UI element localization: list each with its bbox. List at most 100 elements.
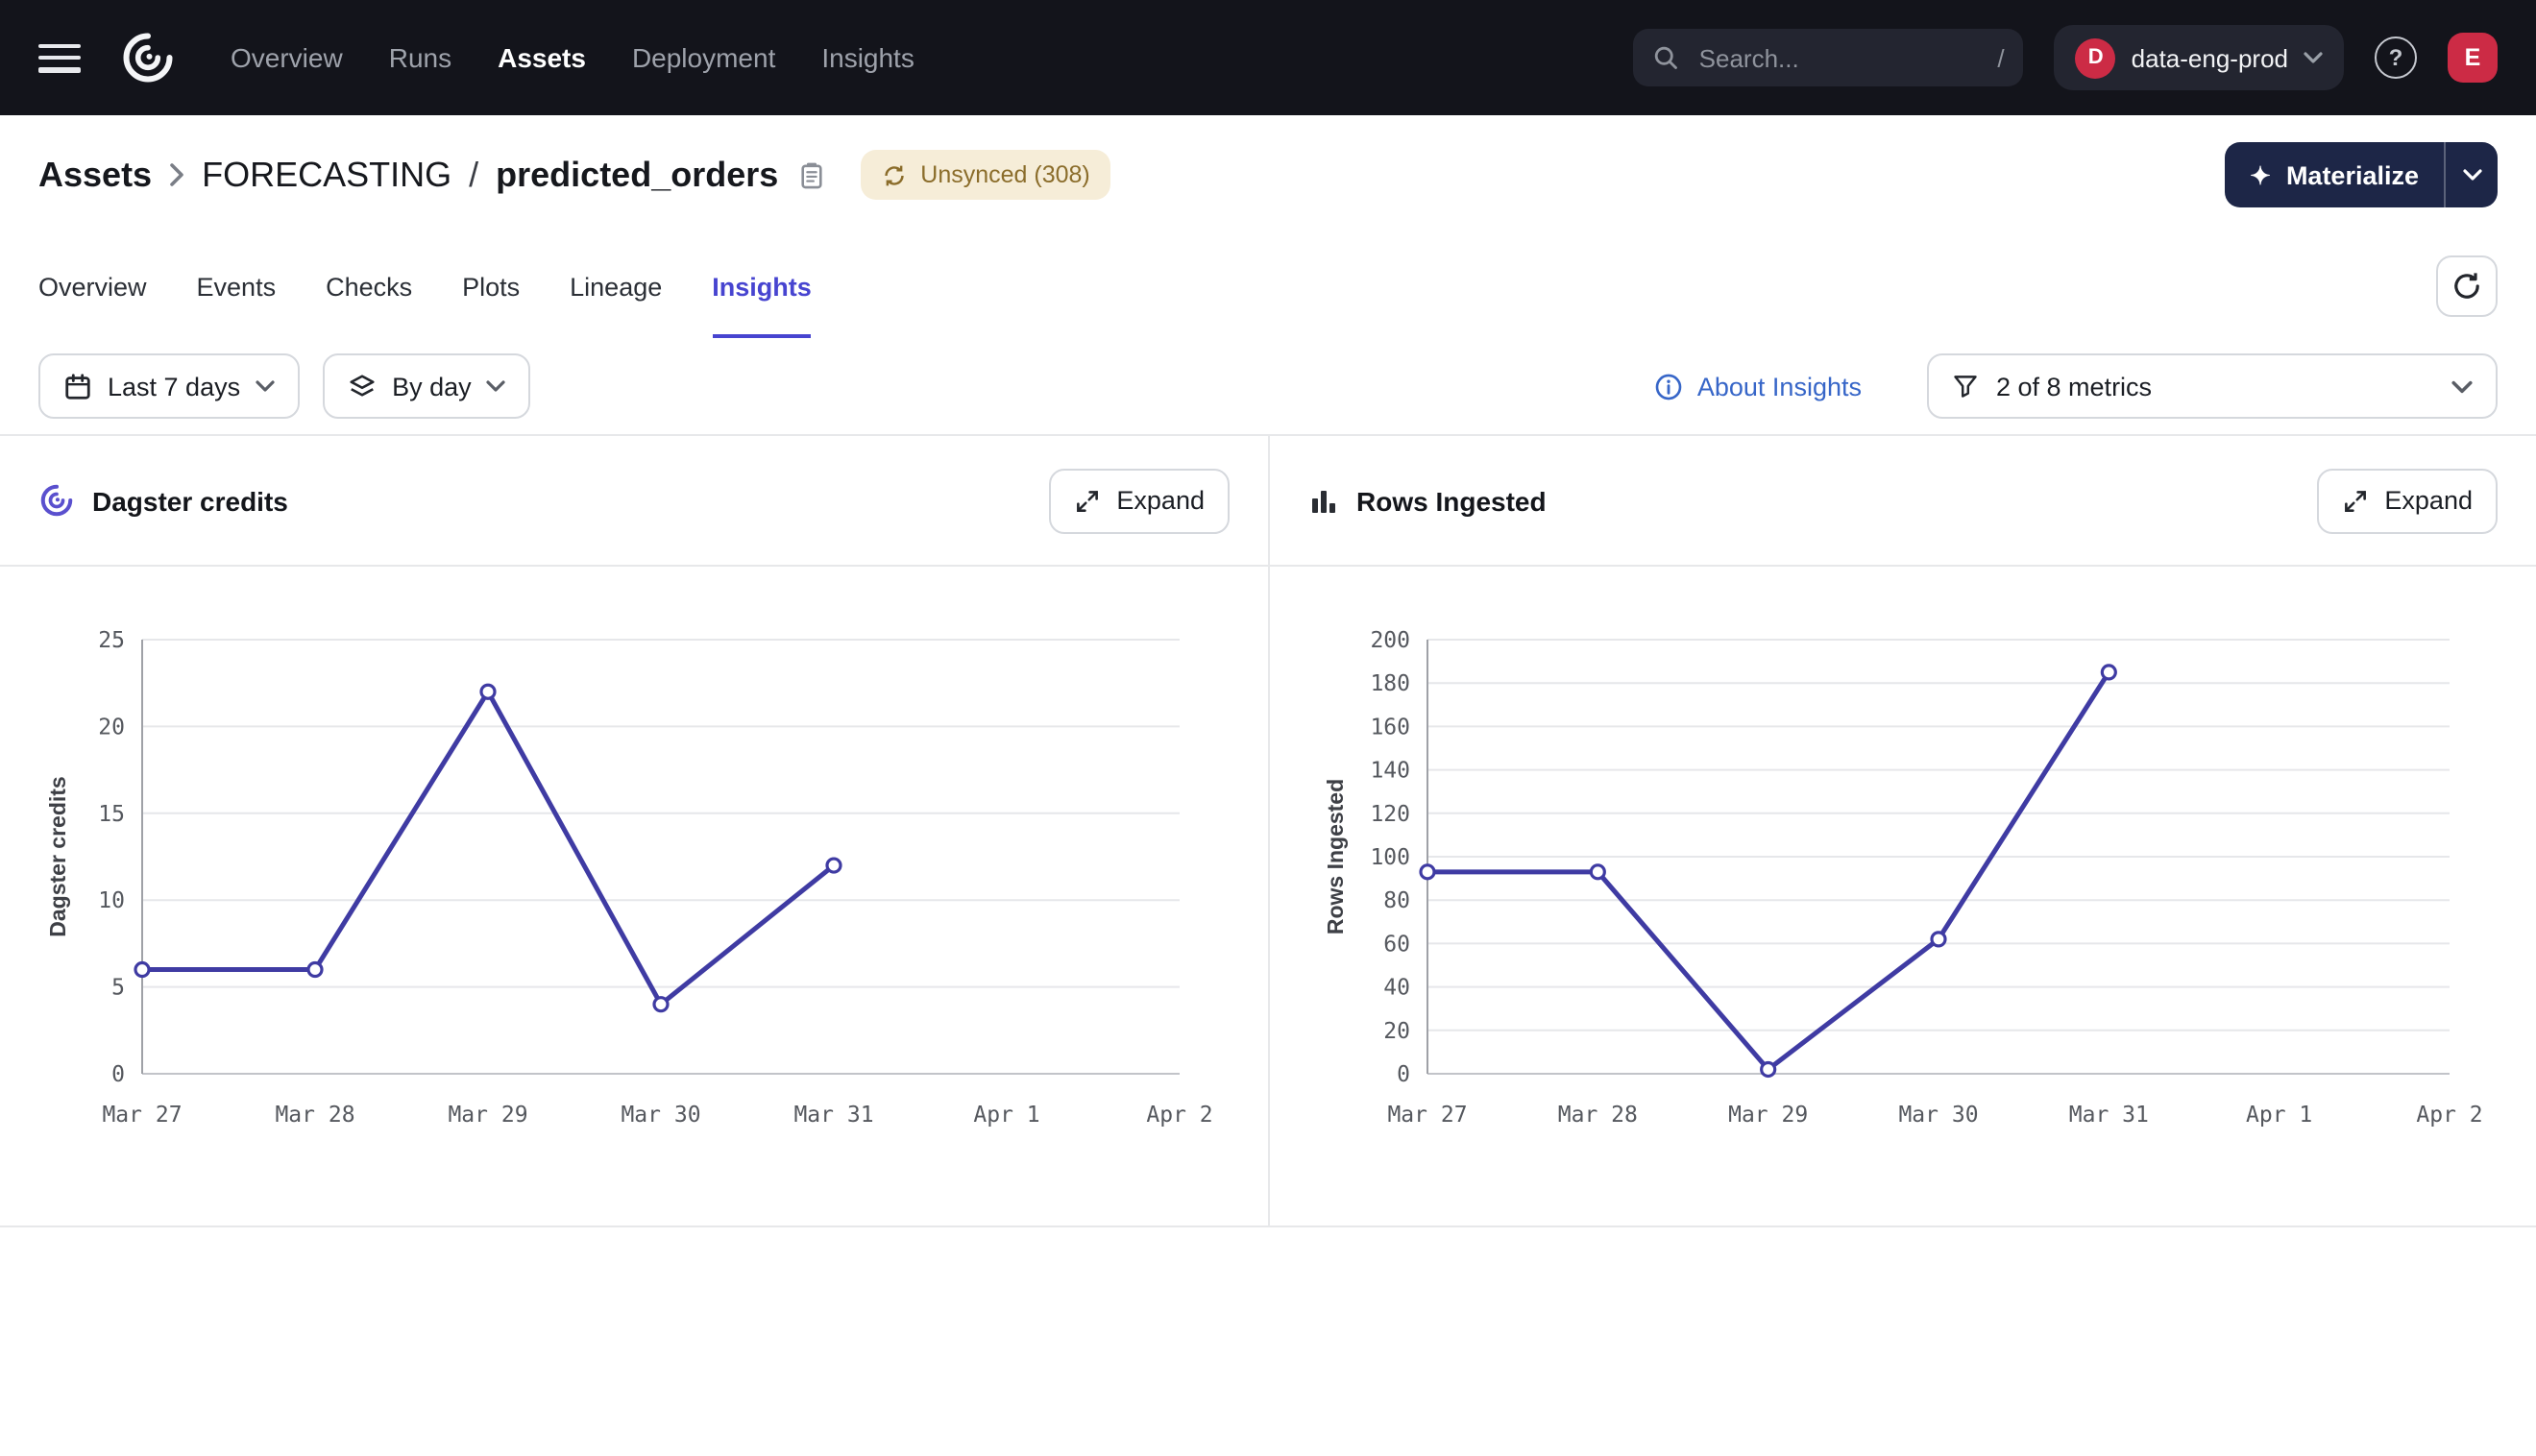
breadcrumb-separator: / (469, 155, 478, 195)
about-insights-link[interactable]: About Insights (1644, 370, 1873, 402)
svg-text:Mar 31: Mar 31 (2069, 1103, 2149, 1128)
insights-filter-bar: Last 7 days By day About Insights 2 of 8… (0, 338, 2536, 436)
nav-item-overview[interactable]: Overview (231, 42, 343, 73)
nav-item-runs[interactable]: Runs (389, 42, 451, 73)
svg-text:140: 140 (1370, 759, 1410, 784)
nav-item-deployment[interactable]: Deployment (632, 42, 775, 73)
materialize-button[interactable]: ✦ Materialize (2225, 142, 2444, 207)
svg-text:Apr 2: Apr 2 (2416, 1103, 2482, 1128)
svg-text:120: 120 (1370, 802, 1410, 827)
deployment-badge: D (2076, 37, 2116, 78)
asset-name: predicted_orders (496, 155, 778, 195)
dagster-logo-icon (38, 482, 75, 519)
hamburger-menu-icon[interactable] (38, 43, 81, 72)
tab-overview[interactable]: Overview (38, 234, 147, 338)
svg-text:15: 15 (98, 802, 125, 827)
search-shortcut-hint: / (1997, 43, 2004, 72)
svg-text:100: 100 (1370, 845, 1410, 870)
asset-header: Assets FORECASTING / predicted_orders Un… (0, 115, 2536, 234)
svg-text:Mar 29: Mar 29 (448, 1103, 527, 1128)
expand-button[interactable]: Expand (1049, 468, 1230, 533)
svg-text:60: 60 (1383, 932, 1410, 957)
svg-text:200: 200 (1370, 628, 1410, 653)
dagster-logo-icon[interactable] (119, 29, 177, 86)
metrics-select-value: 2 of 8 metrics (1996, 372, 2152, 400)
help-icon[interactable]: ? (2375, 36, 2417, 79)
svg-text:Mar 30: Mar 30 (1898, 1103, 1978, 1128)
svg-text:Mar 28: Mar 28 (275, 1103, 354, 1128)
deployment-switcher[interactable]: D data-eng-prod (2055, 25, 2344, 90)
svg-text:0: 0 (111, 1062, 125, 1087)
dagster-credits-line-chart: 0 5 10 15 20 25 Mar 27 Mar 28 Mar 29 Mar 30 Mar 31… (0, 567, 1268, 1225)
calendar-icon (63, 372, 92, 400)
chevron-down-icon (256, 380, 275, 392)
granularity-label: By day (392, 372, 472, 400)
chevron-down-icon (2304, 52, 2323, 63)
bar-chart-icon (1308, 485, 1339, 516)
svg-text:20: 20 (98, 715, 125, 740)
about-insights-label: About Insights (1697, 372, 1862, 400)
svg-text:10: 10 (98, 888, 125, 913)
materialize-split-button: ✦ Materialize (2225, 142, 2498, 207)
expand-label: Expand (2384, 486, 2473, 515)
svg-text:Mar 30: Mar 30 (621, 1103, 700, 1128)
tab-bar: Overview Events Checks Plots Lineage Insights (38, 234, 862, 338)
svg-text:80: 80 (1383, 888, 1410, 913)
svg-text:180: 180 (1370, 671, 1410, 696)
svg-text:160: 160 (1370, 715, 1410, 740)
top-navbar: Overview Runs Assets Deployment Insights / D… (0, 0, 2536, 115)
svg-text:Apr 1: Apr 1 (2246, 1103, 2312, 1128)
nav-item-insights[interactable]: Insights (821, 42, 914, 73)
sync-icon (882, 162, 907, 187)
tab-checks[interactable]: Checks (326, 234, 412, 338)
materialize-options-caret[interactable] (2444, 142, 2498, 207)
tab-plots[interactable]: Plots (462, 234, 520, 338)
materialize-label: Materialize (2286, 160, 2419, 189)
search-box: / (1634, 29, 2024, 86)
refresh-button[interactable] (2436, 255, 2498, 317)
nav-links: Overview Runs Assets Deployment Insights (231, 42, 914, 73)
chart-title: Dagster credits (92, 485, 288, 516)
svg-text:25: 25 (98, 628, 125, 653)
sync-status-badge: Unsynced (308) (861, 150, 1111, 200)
expand-icon (2342, 487, 2369, 514)
svg-text:Mar 27: Mar 27 (102, 1103, 182, 1128)
info-icon (1655, 372, 1684, 400)
svg-text:Mar 27: Mar 27 (1387, 1103, 1467, 1128)
chevron-right-icon (169, 163, 184, 186)
granularity-dropdown[interactable]: By day (323, 353, 531, 419)
svg-text:Rows Ingested: Rows Ingested (1323, 779, 1348, 934)
rows-ingested-line-chart: 020406080100120140160180200Mar 27Mar 28M… (1270, 567, 2536, 1225)
layers-icon (348, 372, 377, 400)
search-icon (1653, 44, 1680, 71)
expand-icon (1074, 487, 1101, 514)
svg-text:Mar 29: Mar 29 (1728, 1103, 1808, 1128)
breadcrumb-assets[interactable]: Assets (38, 155, 152, 195)
tab-insights[interactable]: Insights (712, 234, 812, 338)
sync-status-label: Unsynced (308) (920, 161, 1090, 188)
svg-text:Apr 1: Apr 1 (973, 1103, 1039, 1128)
breadcrumb-group[interactable]: FORECASTING (202, 155, 451, 195)
svg-text:Apr 2: Apr 2 (1146, 1103, 1212, 1128)
nav-item-assets[interactable]: Assets (498, 42, 586, 73)
date-range-label: Last 7 days (108, 372, 240, 400)
svg-text:40: 40 (1383, 976, 1410, 1001)
sparkle-icon: ✦ (2250, 162, 2271, 187)
metrics-select[interactable]: 2 of 8 metrics (1927, 353, 2498, 419)
deployment-name: data-eng-prod (2132, 43, 2288, 72)
date-range-dropdown[interactable]: Last 7 days (38, 353, 300, 419)
chart-title: Rows Ingested (1356, 485, 1547, 516)
insights-charts: Dagster credits Expand 0 5 10 15 20 25 Mar 27 M… (0, 436, 2536, 1225)
filter-funnel-icon (1952, 373, 1979, 400)
svg-text:Dagster credits: Dagster credits (45, 776, 70, 936)
search-input[interactable] (1695, 41, 1983, 74)
svg-text:5: 5 (111, 976, 125, 1001)
copy-asset-name-icon[interactable] (799, 160, 824, 189)
svg-text:Mar 28: Mar 28 (1558, 1103, 1638, 1128)
svg-text:0: 0 (1397, 1062, 1410, 1087)
user-avatar[interactable]: E (2448, 33, 2498, 83)
svg-text:Mar 31: Mar 31 (793, 1103, 873, 1128)
tab-lineage[interactable]: Lineage (570, 234, 662, 338)
expand-button[interactable]: Expand (2317, 468, 2498, 533)
tab-events[interactable]: Events (197, 234, 277, 338)
